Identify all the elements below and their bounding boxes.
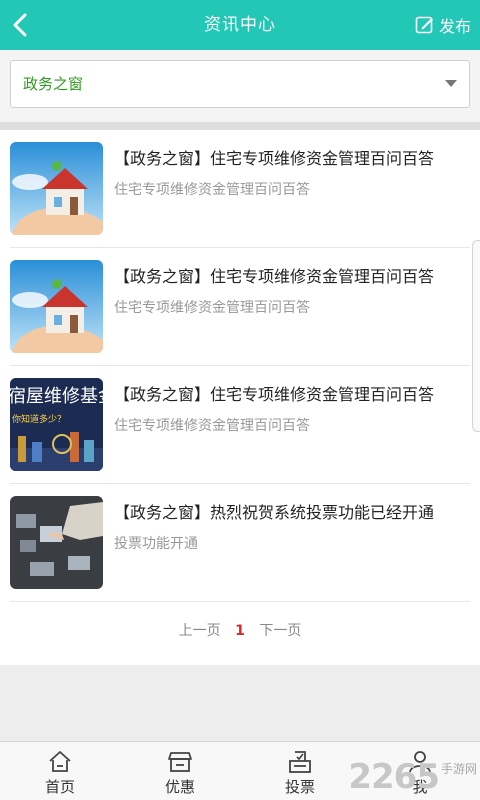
- tab-vote[interactable]: 投票: [240, 742, 360, 800]
- page-title: 资讯中心: [204, 15, 276, 35]
- caret-down-icon: [445, 80, 457, 87]
- article-title: 【政务之窗】热烈祝贺系统投票功能已经开通: [114, 503, 435, 522]
- article-thumbnail: 宿屋维修基金 你知道多少？: [10, 378, 103, 471]
- article-summary: 住宅专项维修资金管理百问百答: [114, 182, 310, 198]
- publish-label: 发布: [438, 17, 471, 36]
- publish-button[interactable]: 发布: [415, 12, 471, 38]
- divider: [0, 122, 480, 130]
- pagination: 上一页 1 下一页: [0, 620, 480, 644]
- home-icon: [49, 751, 71, 772]
- tab-discounts[interactable]: 优惠: [120, 742, 240, 800]
- shop-icon: [168, 752, 192, 772]
- thumb-subtext: 你知道多少？: [12, 413, 66, 425]
- article-summary: 投票功能开通: [114, 536, 198, 552]
- filter-bar: 政务之窗: [0, 50, 480, 122]
- tab-label: 首页: [44, 778, 75, 796]
- separator: [10, 601, 470, 602]
- prev-page-link[interactable]: 上一页: [179, 620, 221, 640]
- tab-home[interactable]: 首页: [0, 742, 120, 800]
- watermark-number: 2265: [348, 757, 440, 797]
- list-item[interactable]: 宿屋维修基金 你知道多少？ 【政务之窗】住宅专项维修资金管理百问百答 住宅专项维…: [0, 366, 480, 484]
- edit-icon: [415, 16, 433, 34]
- category-select[interactable]: 政务之窗: [10, 60, 470, 108]
- article-list: 【政务之窗】住宅专项维修资金管理百问百答 住宅专项维修资金管理百问百答 【政务之…: [0, 130, 480, 665]
- article-title: 【政务之窗】住宅专项维修资金管理百问百答: [114, 267, 435, 286]
- tab-label: 优惠: [164, 778, 195, 796]
- bottom-tab-bar: 首页 优惠 投票 我 2265 手游网: [0, 741, 480, 800]
- vote-box-icon: [289, 751, 311, 773]
- article-thumbnail: [10, 260, 103, 353]
- article-title: 【政务之窗】住宅专项维修资金管理百问百答: [114, 149, 435, 168]
- article-title: 【政务之窗】住宅专项维修资金管理百问百答: [114, 385, 435, 404]
- site-watermark: 2265 手游网: [348, 747, 477, 797]
- category-select-value: 政务之窗: [23, 75, 84, 93]
- side-scroll-handle[interactable]: [472, 240, 480, 432]
- app-header: 资讯中心 发布: [0, 0, 480, 50]
- list-item[interactable]: 【政务之窗】住宅专项维修资金管理百问百答 住宅专项维修资金管理百问百答: [0, 248, 480, 366]
- watermark-site: 手游网: [440, 762, 477, 776]
- list-item[interactable]: 【政务之窗】住宅专项维修资金管理百问百答 住宅专项维修资金管理百问百答: [0, 130, 480, 248]
- thumb-text: 宿屋维修基金: [10, 386, 103, 407]
- current-page: 1: [235, 623, 245, 639]
- article-summary: 住宅专项维修资金管理百问百答: [114, 418, 310, 434]
- next-page-link[interactable]: 下一页: [259, 620, 301, 640]
- list-item[interactable]: 【政务之窗】热烈祝贺系统投票功能已经开通 投票功能开通: [0, 484, 480, 602]
- article-thumbnail: [10, 496, 103, 589]
- tab-label: 投票: [284, 778, 315, 796]
- article-summary: 住宅专项维修资金管理百问百答: [114, 300, 310, 316]
- article-thumbnail: [10, 142, 103, 235]
